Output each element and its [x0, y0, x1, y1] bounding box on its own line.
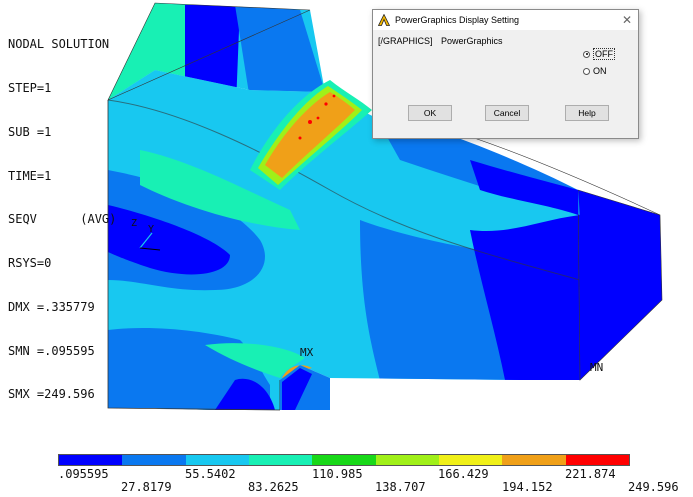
legend-label-top: 221.874 — [565, 467, 616, 481]
end-face — [578, 190, 662, 380]
legend-label-top: 55.5402 — [185, 467, 236, 481]
cancel-button[interactable]: Cancel — [485, 105, 529, 121]
legend-swatch — [565, 455, 629, 465]
radio-on-indicator[interactable] — [583, 67, 590, 75]
legend-swatch — [59, 455, 123, 465]
legend-label-top: 166.429 — [438, 467, 489, 481]
legend-label-bottom: 249.596 — [628, 480, 679, 494]
legend-swatch — [248, 455, 313, 465]
info-line: RSYS=0 — [8, 256, 52, 271]
legend-label-bottom: 138.707 — [375, 480, 426, 494]
graphics-key: [/GRAPHICS] — [378, 36, 433, 46]
info-line: SUB =1 — [8, 124, 52, 139]
triad-y-label: Y — [148, 224, 154, 235]
radio-off-indicator[interactable] — [583, 50, 590, 58]
legend-swatch — [502, 455, 566, 465]
info-line: STEP=1 — [8, 80, 52, 95]
ok-button[interactable]: OK — [408, 105, 452, 121]
powergraphics-dialog: PowerGraphics Display Setting ✕ [/GRAPHI… — [372, 9, 639, 139]
radio-off[interactable]: OFF — [583, 48, 615, 60]
info-line: SMN =.095595 — [8, 343, 95, 358]
legend-swatch — [312, 455, 376, 465]
help-button[interactable]: Help — [565, 105, 609, 121]
radio-on-label: ON — [593, 66, 607, 76]
info-line: SMX =249.596 — [8, 387, 95, 402]
close-icon[interactable]: ✕ — [622, 13, 632, 27]
legend-swatch — [375, 455, 439, 465]
legend-swatch — [185, 455, 249, 465]
legend-swatch — [122, 455, 186, 465]
legend-label-bottom: 83.2625 — [248, 480, 299, 494]
legend-label-top: .095595 — [58, 467, 109, 481]
solution-info: NODAL SOLUTION STEP=1 SUB =1 TIME=1 SEQV… — [8, 8, 116, 417]
triad-z-label: Z — [131, 218, 137, 229]
info-line: SEQV (AVG) — [8, 212, 117, 227]
ansys-icon — [378, 14, 390, 26]
info-line: TIME=1 — [8, 168, 52, 183]
dialog-titlebar[interactable]: PowerGraphics Display Setting ✕ — [373, 10, 638, 30]
legend-label-top: 110.985 — [312, 467, 363, 481]
solution-title: NODAL SOLUTION — [8, 37, 110, 52]
legend-swatch — [438, 455, 503, 465]
info-line: DMX =.335779 — [8, 299, 95, 314]
legend-label-bottom: 194.152 — [502, 480, 553, 494]
min-marker-label: MN — [590, 361, 604, 374]
radio-off-label: OFF — [593, 48, 615, 60]
radio-on[interactable]: ON — [583, 66, 607, 76]
graphics-label: PowerGraphics — [441, 36, 503, 46]
contour-legend — [58, 454, 630, 466]
max-marker-label: MX — [300, 346, 314, 359]
legend-label-bottom: 27.8179 — [121, 480, 172, 494]
dialog-title: PowerGraphics Display Setting — [395, 15, 520, 25]
